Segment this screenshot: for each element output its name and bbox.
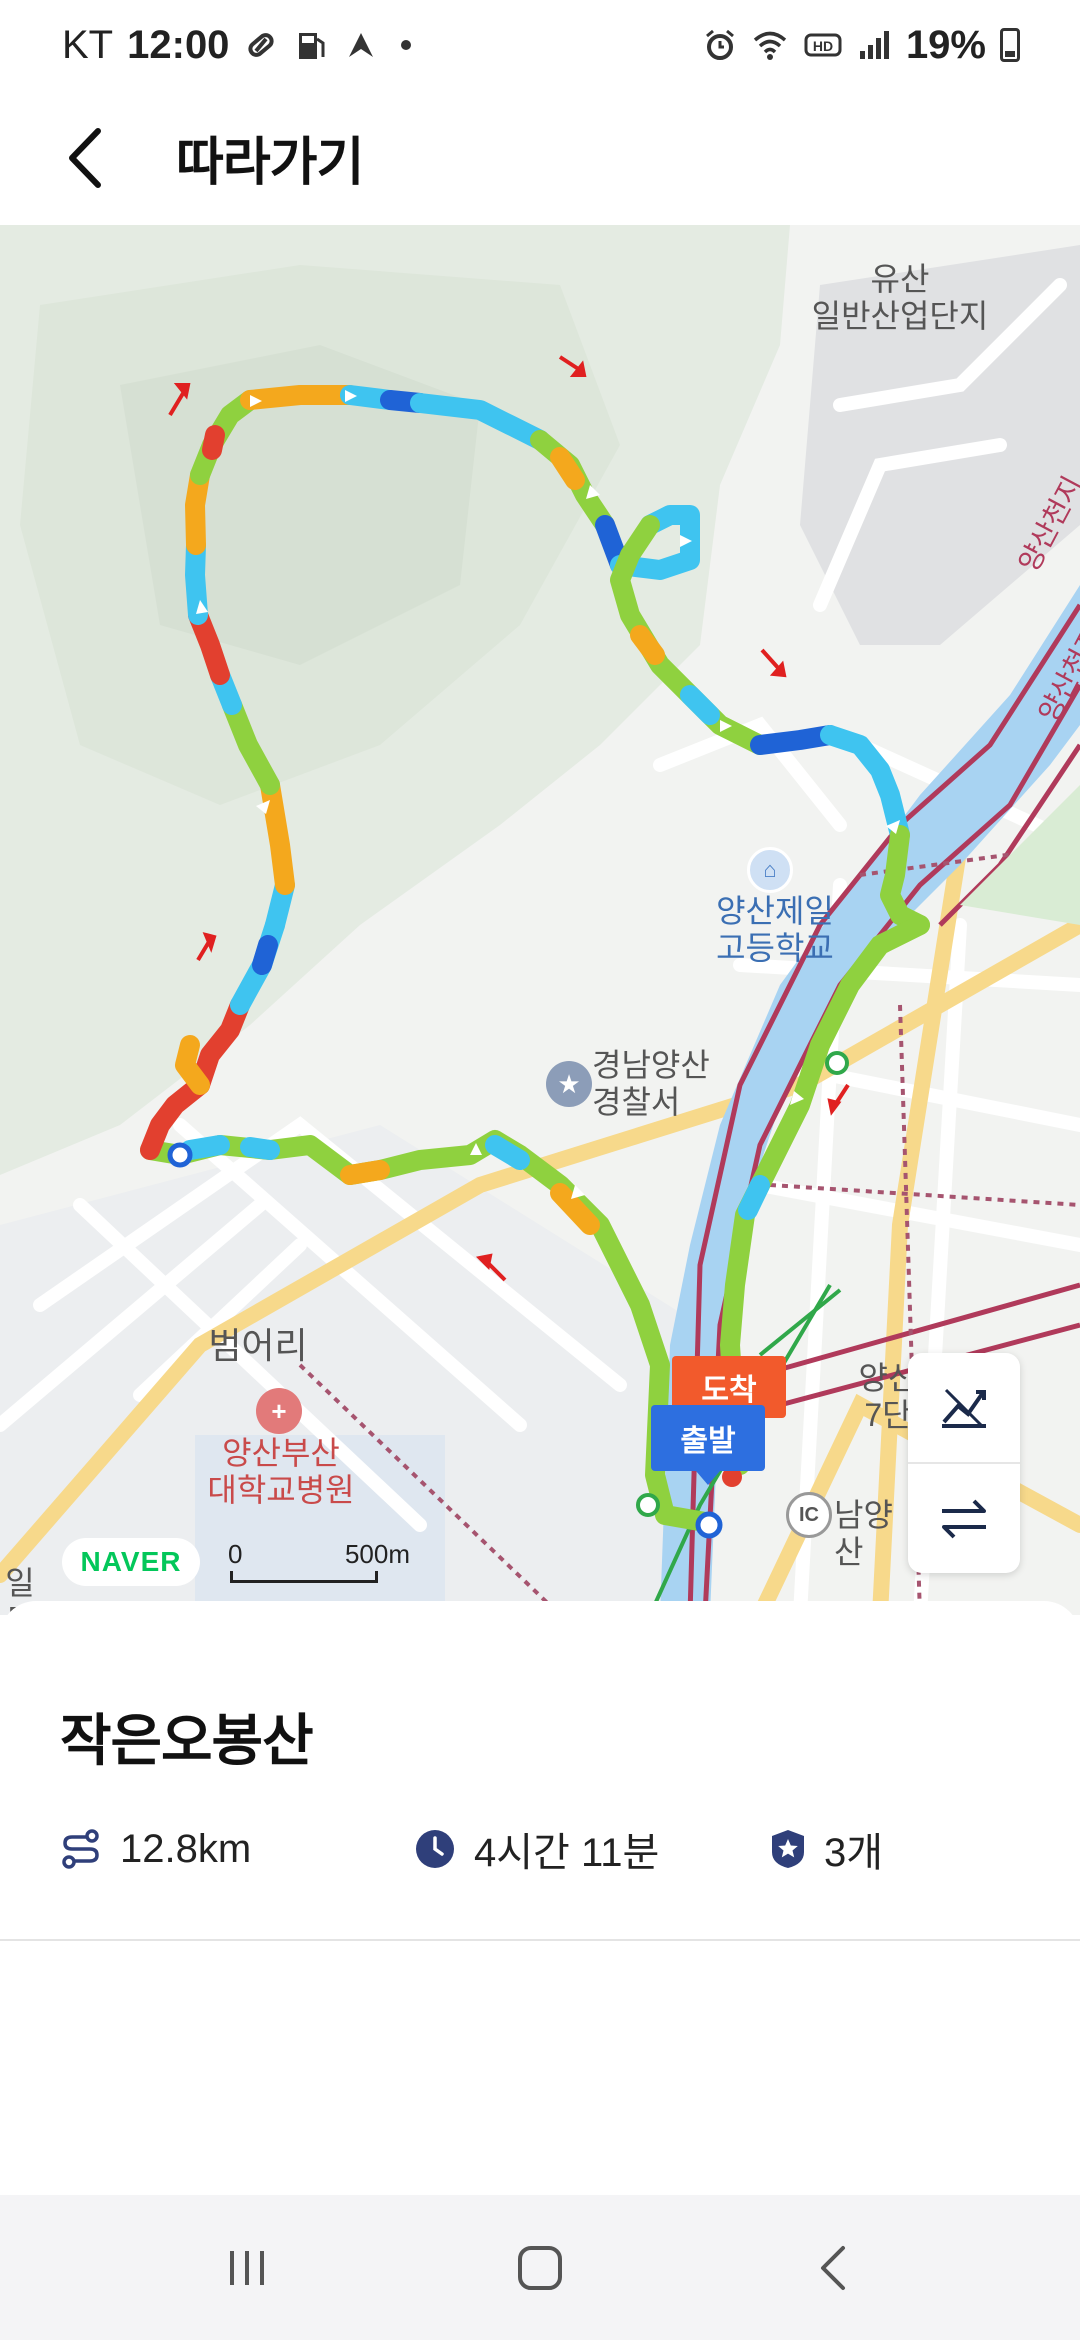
pill-icon [248,33,275,57]
signal-icon [859,31,889,59]
scale-bar [230,1571,378,1583]
notification-dot-icon [401,40,412,50]
distance-value: 12.8km [120,1826,252,1871]
map-label-industrial: 유산 일반산업단지 [811,261,989,334]
stat-stamps: 3개 [770,1819,883,1879]
duration-value: 4시간 11분 [474,1831,660,1875]
fuel-icon [299,33,325,59]
home-icon [517,2245,562,2290]
alarm-icon [705,29,734,60]
map-label-school: 양산제일 고등학교 [716,893,834,966]
system-back-button[interactable] [773,2218,893,2318]
back-button[interactable] [64,126,112,190]
elevation-profile-icon [942,1388,986,1428]
course-stats: 12.8km 4시간 11분 3개 [60,1819,1020,1879]
school-pin-icon: ⌂ [747,847,793,893]
system-nav-bar [0,2195,1080,2340]
recent-apps-button[interactable] [187,2218,307,2318]
back-arrow-icon [821,2245,846,2290]
route-map[interactable]: 유산 일반산업단지 ⌂ 양산제일 고등학교 ★ 경남양산 경찰서 범어리 + 양… [0,225,1080,1615]
map-label-police: 경남양산 경찰서 [592,1047,710,1120]
map-controls [908,1353,1020,1573]
map-label-district: 범어리 [208,1325,308,1366]
start-marker [695,1511,723,1539]
chevron-left-icon [69,127,101,188]
course-info-sheet: 작은오봉산 12.8km 4시간 11분 3개 [0,1601,1080,2181]
recent-apps-icon [229,2250,264,2285]
stat-duration: 4시간 11분 [414,1819,659,1879]
map-scale: 0 500m [228,1539,410,1587]
status-right: HD 19% [702,23,1020,68]
stamp-badge-icon [772,1830,804,1868]
battery-percent: 19% [905,22,986,67]
navigation-icon [349,33,374,57]
battery-icon [1000,28,1020,62]
police-pin-icon: ★ [546,1061,592,1107]
status-bar: KT 12:00 HD 19% [0,0,1080,90]
depart-tag[interactable]: 출발 [651,1405,765,1485]
map-label-ic: 남양산 [834,1497,893,1570]
status-left: KT 12:00 [62,22,412,68]
reverse-route-button[interactable] [908,1462,1020,1573]
app-header: 따라가기 [0,90,1080,225]
page-title: 따라가기 [176,134,364,192]
course-name: 작은오봉산 [60,1709,314,1772]
stat-distance: 12.8km [60,1819,251,1879]
carrier-label: KT [62,22,114,67]
map-label-hospital: 양산부산 대학교병원 [207,1435,355,1508]
route-distance-icon [62,1829,99,1869]
naver-logo: NAVER [62,1538,200,1586]
hospital-pin-icon: + [256,1388,302,1434]
home-button[interactable] [480,2218,600,2318]
svg-text:HD: HD [813,38,833,54]
sheet-divider [0,1939,1080,1941]
clock-time: 12:00 [127,22,230,67]
scale-distance-label: 500m [344,1539,410,1569]
waypoint-marker [167,1142,193,1168]
stamps-value: 3개 [824,1831,884,1875]
hd-icon: HD [804,33,842,57]
wifi-icon [753,31,787,60]
clock-icon [416,1830,454,1868]
swap-arrows-icon [942,1499,986,1538]
ic-badge-icon: IC [786,1492,832,1538]
scale-zero-label: 0 [228,1539,243,1569]
elevation-toggle-button[interactable] [908,1353,1020,1462]
